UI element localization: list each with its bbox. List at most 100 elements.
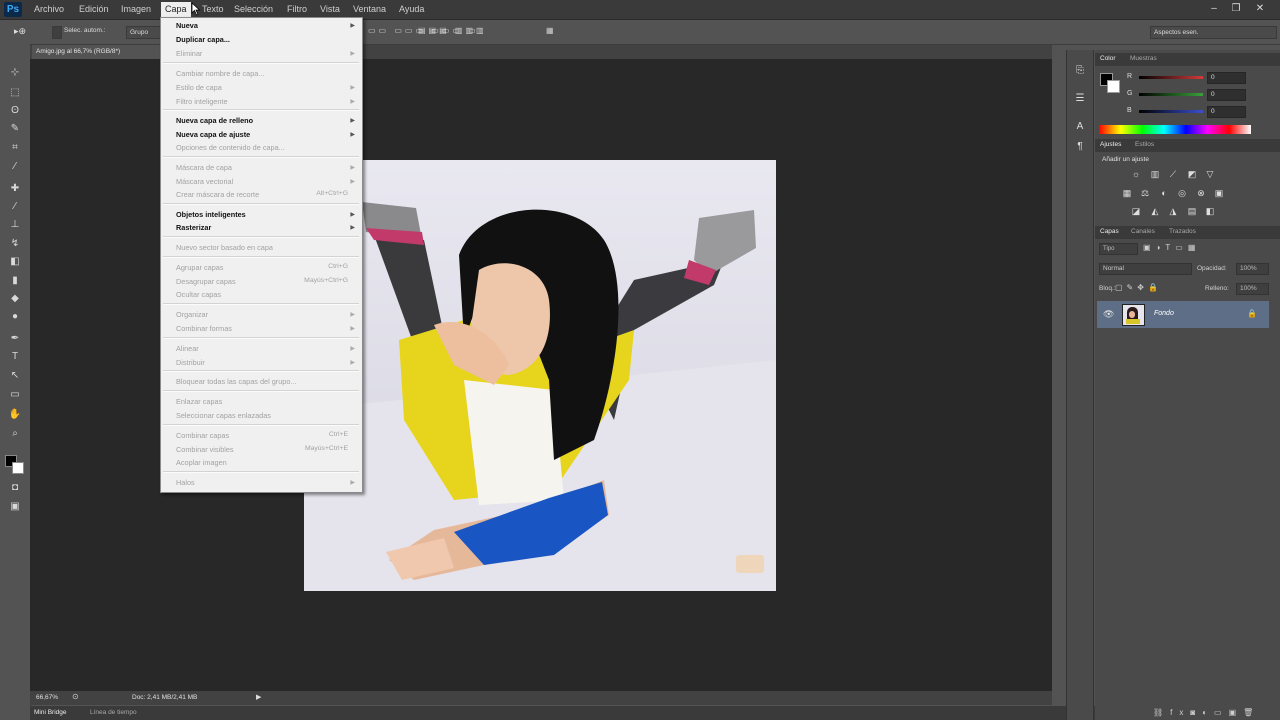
quick-mask-icon[interactable]: ◘ xyxy=(7,481,23,495)
move-tool-icon[interactable]: ⊹ xyxy=(7,66,23,80)
eraser-tool-icon[interactable]: ◧ xyxy=(7,255,23,269)
path-select-tool-icon[interactable]: ↖ xyxy=(7,369,23,383)
menu-item[interactable]: Objetos inteligentes xyxy=(176,210,246,219)
color-lookup-icon[interactable]: ▣ xyxy=(1213,188,1225,199)
gradient-map-icon[interactable]: ▤ xyxy=(1186,206,1198,217)
tab-layers[interactable]: Capas xyxy=(1100,228,1119,235)
pen-tool-icon[interactable]: ✒ xyxy=(7,332,23,346)
status-menu-icon[interactable]: ⊙ xyxy=(72,692,79,701)
brightness-icon[interactable]: ☼ xyxy=(1130,169,1142,180)
minimize-button[interactable]: – xyxy=(1204,2,1224,16)
brush-tool-icon[interactable]: ∕ xyxy=(7,200,23,214)
tab-swatches[interactable]: Muestras xyxy=(1130,55,1157,62)
hue-saturation-icon[interactable]: ▦ xyxy=(1121,188,1133,199)
channel-r-slider[interactable] xyxy=(1139,76,1203,79)
channel-mixer-icon[interactable]: ⊗ xyxy=(1195,188,1207,199)
blend-mode-dropdown[interactable]: Normal xyxy=(1099,263,1192,275)
posterize-icon[interactable]: ◭ xyxy=(1149,206,1161,217)
layer-name[interactable]: Fondo xyxy=(1154,310,1174,317)
menu-texto[interactable]: Texto xyxy=(199,4,227,14)
bg-color-swatch[interactable] xyxy=(1107,80,1120,93)
menu-edicion[interactable]: Edición xyxy=(76,4,112,14)
workspace-dropdown[interactable]: Aspectos esen. xyxy=(1150,26,1277,39)
tab-channels[interactable]: Canales xyxy=(1131,228,1155,235)
channel-r-value[interactable]: 0 xyxy=(1207,72,1246,84)
marquee-tool-icon[interactable]: ⬚ xyxy=(7,86,23,100)
tab-paths[interactable]: Trazados xyxy=(1169,228,1196,235)
lasso-tool-icon[interactable]: ʘ xyxy=(7,104,23,118)
paragraph-panel-icon[interactable]: ¶ xyxy=(1073,140,1087,154)
healing-brush-icon[interactable]: ✚ xyxy=(7,182,23,196)
auto-select-checkbox[interactable] xyxy=(52,26,62,39)
menu-item[interactable]: Nueva capa de relleno xyxy=(176,116,253,125)
close-button[interactable]: ✕ xyxy=(1250,2,1270,16)
crop-tool-icon[interactable]: ⌗ xyxy=(7,141,23,155)
quick-select-tool-icon[interactable]: ✎ xyxy=(7,122,23,136)
menu-filtro[interactable]: Filtro xyxy=(284,4,310,14)
selective-color-icon[interactable]: ◧ xyxy=(1204,206,1216,217)
type-tool-icon[interactable]: T xyxy=(7,350,23,364)
hand-tool-icon[interactable]: ✋ xyxy=(7,408,23,422)
levels-icon[interactable]: ▥ xyxy=(1149,169,1161,180)
menu-ventana[interactable]: Ventana xyxy=(350,4,389,14)
document-tab[interactable]: Amigo.jpg al 66,7% (RGB/8*) xyxy=(32,45,162,59)
clone-stamp-icon[interactable]: ⊥ xyxy=(7,218,23,232)
menu-item[interactable]: Duplicar capa... xyxy=(176,35,230,44)
channel-b-value[interactable]: 0 xyxy=(1207,106,1246,118)
lock-icons[interactable]: ▢✎✥🔒 xyxy=(1115,283,1162,292)
character-panel-icon[interactable]: A xyxy=(1073,120,1087,134)
tab-color[interactable]: Color xyxy=(1100,55,1116,62)
zoom-tool-icon[interactable]: ⌕ xyxy=(7,427,23,441)
photo-filter-icon[interactable]: ◎ xyxy=(1176,188,1188,199)
layer-panel-bottom-icons[interactable]: ⛓fx◙◐▭▣🗑 xyxy=(1153,708,1260,717)
layer-filter-dropdown[interactable]: Tipo xyxy=(1099,243,1138,255)
color-spectrum-bar[interactable] xyxy=(1099,125,1251,134)
channel-b-slider[interactable] xyxy=(1139,110,1203,113)
menu-item[interactable]: Nueva capa de ajuste xyxy=(176,130,250,139)
tab-mini-bridge[interactable]: Mini Bridge xyxy=(34,709,67,716)
properties-panel-icon[interactable]: ☰ xyxy=(1073,92,1087,106)
auto-align-icon[interactable]: ▦ xyxy=(546,26,554,35)
zoom-level[interactable]: 66,67% xyxy=(36,694,58,701)
history-brush-icon[interactable]: ↯ xyxy=(7,237,23,251)
menu-ayuda[interactable]: Ayuda xyxy=(396,4,427,14)
menu-archivo[interactable]: Archivo xyxy=(31,4,67,14)
threshold-icon[interactable]: ◮ xyxy=(1167,206,1179,217)
curves-icon[interactable]: ⟋ xyxy=(1167,169,1179,180)
menu-vista[interactable]: Vista xyxy=(317,4,343,14)
move-tool-icon[interactable]: ▸⊕ xyxy=(14,26,26,37)
auto-select-dropdown[interactable]: Grupo xyxy=(126,26,163,39)
channel-g-value[interactable]: 0 xyxy=(1207,89,1246,101)
tab-timeline[interactable]: Línea de tiempo xyxy=(90,709,137,716)
tab-adjustments[interactable]: Ajustes xyxy=(1100,141,1121,148)
channel-g-slider[interactable] xyxy=(1139,93,1203,96)
menu-item[interactable]: Rasterizar xyxy=(176,223,211,232)
visibility-eye-icon[interactable]: 👁 xyxy=(1103,309,1114,320)
restore-button[interactable]: ❐ xyxy=(1226,2,1246,16)
invert-icon[interactable]: ◪ xyxy=(1130,206,1142,217)
eyedropper-tool-icon[interactable]: ⁄ xyxy=(7,160,23,174)
menu-capa[interactable]: Capa xyxy=(161,2,191,17)
shape-tool-icon[interactable]: ▭ xyxy=(7,388,23,402)
history-panel-icon[interactable]: ⎘ xyxy=(1073,64,1087,78)
status-arrow-icon[interactable]: ▶ xyxy=(256,693,261,701)
background-color-swatch[interactable] xyxy=(12,462,24,474)
menu-seleccion[interactable]: Selección xyxy=(231,4,276,14)
fill-field[interactable]: 100% xyxy=(1236,283,1269,295)
layer-row-fondo[interactable]: 👁 Fondo 🔒 xyxy=(1097,301,1269,328)
opacity-field[interactable]: 100% xyxy=(1236,263,1269,275)
document-image[interactable] xyxy=(304,160,776,591)
screen-mode-icon[interactable]: ▣ xyxy=(7,500,23,514)
gradient-tool-icon[interactable]: ▮ xyxy=(7,274,23,288)
menu-item[interactable]: Nueva xyxy=(176,21,198,30)
tab-styles[interactable]: Estilos xyxy=(1135,141,1154,148)
exposure-icon[interactable]: ◩ xyxy=(1186,169,1198,180)
color-balance-icon[interactable]: ⚖ xyxy=(1139,188,1151,199)
black-white-icon[interactable]: ◐ xyxy=(1158,188,1170,199)
distribute-icons[interactable]: ▤▤▤ ▥▥▥ xyxy=(418,26,487,35)
blur-tool-icon[interactable]: ◆ xyxy=(7,292,23,306)
menu-imagen[interactable]: Imagen xyxy=(118,4,154,14)
vibrance-icon[interactable]: ▽ xyxy=(1204,169,1216,180)
layer-filter-icons[interactable]: ▣◑T▭▦ xyxy=(1143,243,1200,252)
dodge-tool-icon[interactable]: ● xyxy=(7,310,23,324)
